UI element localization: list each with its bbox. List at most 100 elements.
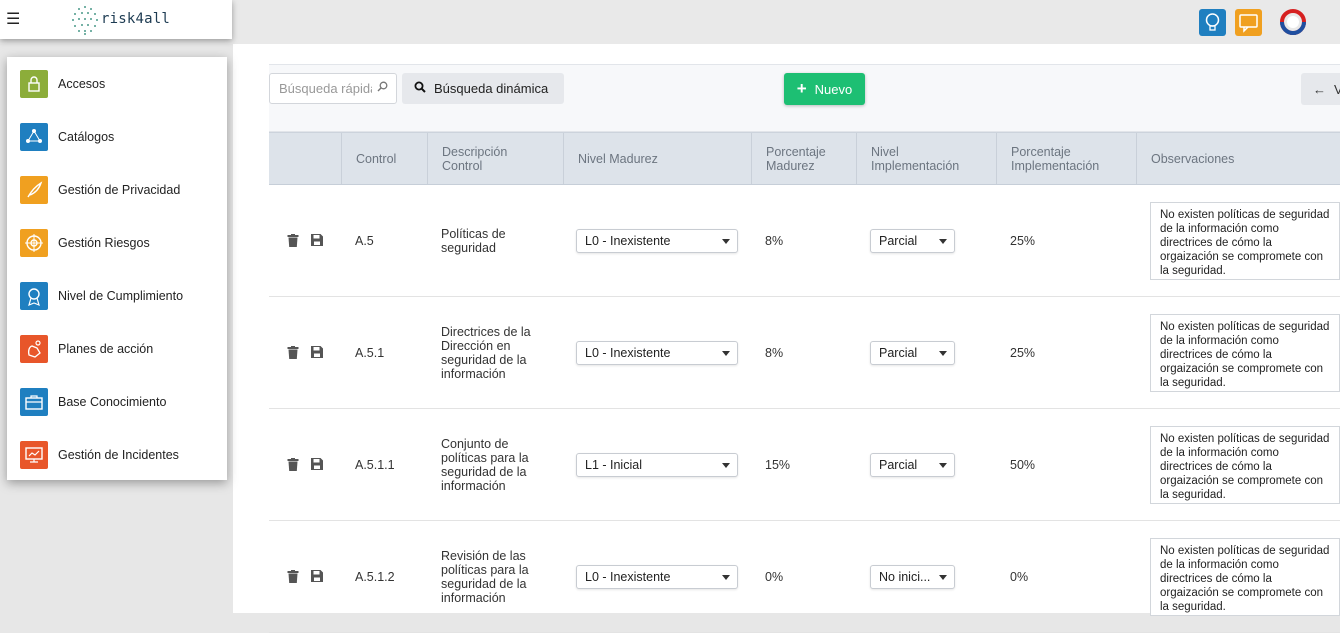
observaciones-textarea[interactable]: No existen políticas de seguridad de la … — [1150, 201, 1340, 280]
hand-icon — [20, 334, 48, 363]
sidebar-item-catálogos[interactable]: Catálogos — [7, 110, 227, 163]
sidebar-item-label: Gestión Riesgos — [58, 235, 150, 250]
trash-icon[interactable] — [287, 569, 301, 584]
back-button[interactable]: ← V — [1301, 73, 1340, 105]
cell-porcentaje-madurez: 15% — [765, 457, 791, 472]
header-porcentaje-madurez[interactable]: Porcentaje Madurez — [751, 133, 856, 184]
table-row: A.5.1.2 Revisión de las políticas para la… — [269, 521, 1340, 633]
dynamic-search-label: Búsqueda dinámica — [434, 81, 549, 96]
trash-icon[interactable] — [287, 233, 301, 248]
chevron-down-icon — [939, 574, 947, 580]
nivel-implementacion-select[interactable]: Parcial — [870, 340, 955, 365]
cell-control: A.5.1.1 — [355, 457, 395, 472]
cell-porcentaje-implementacion: 0% — [1010, 569, 1029, 584]
cell-control: A.5.1.2 — [355, 569, 395, 584]
save-icon[interactable] — [311, 345, 325, 360]
sidebar-item-label: Nivel de Cumplimiento — [58, 288, 184, 303]
table-row: A.5.1.1 Conjunto de políticas para la seg… — [269, 409, 1340, 521]
cell-descripcion: Conjunto de políticas para la seguridad … — [441, 436, 529, 493]
nivel-madurez-select[interactable]: L0 - Inexistente — [576, 340, 738, 365]
nivel-madurez-select[interactable]: L0 - Inexistente — [576, 564, 738, 589]
observaciones-textarea[interactable]: No existen políticas de seguridad de la … — [1150, 425, 1340, 504]
cell-porcentaje-madurez: 8% — [765, 345, 784, 360]
header-descripcion[interactable]: Descripción Control — [427, 133, 563, 184]
chevron-down-icon — [939, 350, 947, 356]
search-icon — [377, 81, 388, 95]
table-row: A.5 Políticas de seguridad L0 - Inexistent… — [269, 185, 1340, 297]
chevron-down-icon — [722, 350, 730, 356]
header-nivel-madurez[interactable]: Nivel Madurez — [563, 133, 751, 184]
row-actions — [269, 297, 341, 408]
sidebar-item-base-conocimiento[interactable]: Base Conocimiento — [7, 375, 227, 428]
save-icon[interactable] — [311, 233, 325, 248]
header-control[interactable]: Control — [341, 133, 427, 184]
lightbulb-icon[interactable] — [1199, 9, 1226, 36]
row-actions — [269, 185, 341, 296]
nivel-madurez-select[interactable]: L1 - Inicial — [576, 452, 738, 477]
nivel-implementacion-value: Parcial — [879, 233, 918, 248]
sidebar-item-gestión-de-incidentes[interactable]: Gestión de Incidentes — [7, 428, 227, 481]
header-observaciones[interactable]: Observaciones — [1136, 133, 1340, 184]
feather-icon — [20, 175, 48, 204]
badge-icon — [20, 281, 48, 310]
table-row: A.5.1 Directrices de la Dirección en segu… — [269, 297, 1340, 409]
nivel-implementacion-value: Parcial — [879, 457, 918, 472]
new-button[interactable]: + Nuevo — [784, 73, 865, 105]
observaciones-textarea[interactable]: No existen políticas de seguridad de la … — [1150, 313, 1340, 392]
main-panel: Búsqueda dinámica + Nuevo ← V Control De… — [233, 44, 1340, 633]
chevron-down-icon — [722, 462, 730, 468]
sync-icon[interactable] — [1277, 6, 1309, 38]
plus-icon: + — [796, 79, 807, 98]
trash-icon[interactable] — [287, 345, 301, 360]
chevron-down-icon — [722, 574, 730, 580]
nivel-madurez-value: L0 - Inexistente — [585, 345, 671, 360]
back-button-label: V — [1334, 81, 1340, 97]
nivel-implementacion-select[interactable]: No inici... — [870, 564, 955, 589]
save-icon[interactable] — [311, 457, 325, 472]
save-icon[interactable] — [311, 569, 325, 584]
nivel-madurez-value: L1 - Inicial — [585, 457, 642, 472]
cell-nivel-implementacion: Parcial — [856, 297, 996, 408]
arrow-left-icon: ← — [1313, 81, 1326, 97]
cell-porcentaje-implementacion: 25% — [1010, 233, 1036, 248]
sidebar-item-label: Planes de acción — [58, 341, 154, 356]
controls-table: Control Descripción Control Nivel Madure… — [269, 132, 1340, 633]
nivel-madurez-value: L0 - Inexistente — [585, 569, 671, 584]
cell-nivel-implementacion: No inici... — [856, 521, 996, 632]
nivel-implementacion-select[interactable]: Parcial — [870, 228, 955, 253]
cell-observaciones: No existen políticas de seguridad de la … — [1136, 185, 1340, 296]
hamburger-menu-icon[interactable]: ☰ — [6, 9, 20, 29]
logo-text: risk4all — [101, 11, 171, 27]
cell-nivel-implementacion: Parcial — [856, 185, 996, 296]
sidebar-item-nivel-de-cumplimiento[interactable]: Nivel de Cumplimiento — [7, 269, 227, 322]
header-porcentaje-implementacion[interactable]: Porcentaje Implementación — [996, 133, 1136, 184]
row-actions — [269, 521, 341, 632]
logo-globe-icon — [72, 6, 98, 35]
header-nivel-implementacion[interactable]: Nivel Implementación — [856, 133, 996, 184]
chat-icon[interactable] — [1235, 9, 1262, 36]
dynamic-search-button[interactable]: Búsqueda dinámica — [402, 73, 564, 104]
sidebar-item-label: Accesos — [58, 76, 106, 91]
cell-nivel-implementacion: Parcial — [856, 409, 996, 520]
cell-nivel-madurez: L0 - Inexistente — [563, 521, 751, 632]
lock-icon — [20, 69, 48, 98]
cell-observaciones: No existen políticas de seguridad de la … — [1136, 297, 1340, 408]
sidebar-item-label: Gestión de Privacidad — [58, 182, 181, 197]
cell-nivel-madurez: L0 - Inexistente — [563, 297, 751, 408]
nivel-madurez-select[interactable]: L0 - Inexistente — [576, 228, 738, 253]
sidebar-item-gestión-riesgos[interactable]: Gestión Riesgos — [7, 216, 227, 269]
nivel-implementacion-select[interactable]: Parcial — [870, 452, 955, 477]
trash-icon[interactable] — [287, 457, 301, 472]
cell-nivel-madurez: L0 - Inexistente — [563, 185, 751, 296]
sidebar-item-label: Catálogos — [58, 129, 115, 144]
sidebar-item-accesos[interactable]: Accesos — [7, 57, 227, 110]
cell-porcentaje-implementacion: 50% — [1010, 457, 1036, 472]
new-button-label: Nuevo — [814, 81, 853, 97]
chevron-down-icon — [939, 238, 947, 244]
sidebar-item-planes-de-acción[interactable]: Planes de acción — [7, 322, 227, 375]
sidebar-item-gestión-de-privacidad[interactable]: Gestión de Privacidad — [7, 163, 227, 216]
chevron-down-icon — [722, 238, 730, 244]
observaciones-textarea[interactable]: No existen políticas de seguridad de la … — [1150, 537, 1340, 616]
target-icon — [20, 228, 48, 257]
cell-control: A.5 — [355, 233, 374, 248]
